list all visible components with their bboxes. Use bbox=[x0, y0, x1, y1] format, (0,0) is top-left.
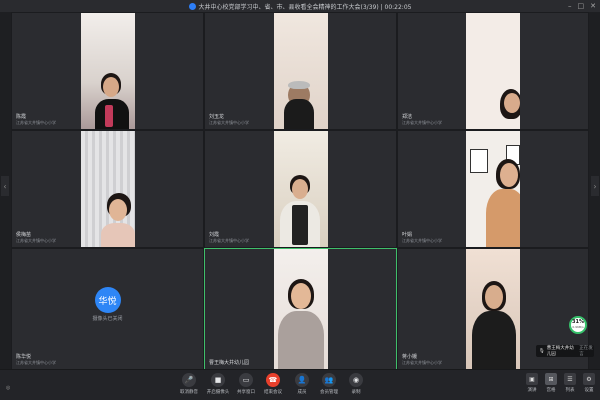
window-titlebar: 大井中心校党部学习中、省、市、县收看全会精神的工作大会(3/39) | 00:2… bbox=[0, 0, 600, 12]
member-manage-label: 会员管理 bbox=[320, 390, 338, 395]
participant-org: 江苏省大井镇中心小学 bbox=[402, 120, 442, 125]
list-view-button[interactable]: ☰ 列表 bbox=[562, 373, 578, 393]
camera-icon: ■ bbox=[211, 373, 225, 387]
speaker-view-button[interactable]: ▣ 演讲 bbox=[524, 373, 540, 393]
share-icon: ▭ bbox=[239, 373, 253, 387]
participant-nameplate: 刘霞 江苏省大井镇中心小学 bbox=[209, 232, 249, 244]
participant-video bbox=[273, 13, 328, 129]
participant-org: 江苏省大井镇中心小学 bbox=[16, 238, 56, 243]
participant-tile[interactable]: 郑洁 江苏省大井镇中心小学 bbox=[397, 12, 589, 130]
list-view-icon: ☰ bbox=[564, 373, 576, 385]
participant-nameplate: 蒋小娥 江苏省大井镇中心小学 bbox=[402, 354, 442, 366]
speaking-indicator: 🎙 曹王梅大井幼儿园 正在发言 bbox=[536, 345, 594, 357]
close-icon[interactable]: ✕ bbox=[590, 2, 596, 10]
participant-name: 曹王梅大井幼儿园 bbox=[209, 360, 250, 366]
participant-org: 江苏省大井镇中心小学 bbox=[402, 238, 442, 243]
network-speed: 0.9KB/s bbox=[572, 325, 584, 329]
grid-view-button[interactable]: ⊞ 宫格 bbox=[543, 373, 559, 393]
member-manage-button[interactable]: 👥 会员管理 bbox=[314, 373, 344, 395]
app-logo-icon bbox=[188, 2, 196, 10]
participant-tile[interactable]: 侯梅苗 江苏省大井镇中心小学 bbox=[11, 130, 204, 248]
members-label: 成员 bbox=[297, 390, 307, 395]
participant-tile[interactable]: 陈霞 江苏省大井镇中心小学 bbox=[11, 12, 204, 130]
record-icon: ◉ bbox=[349, 373, 363, 387]
participant-tile[interactable]: 刘玉龙 江苏省大井镇中心小学 bbox=[204, 12, 397, 130]
share-window-button[interactable]: ▭ 共享窗口 bbox=[231, 373, 261, 395]
participant-tile[interactable]: 叶娟 江苏省大井镇中心小学 bbox=[397, 130, 589, 248]
participant-video bbox=[80, 13, 135, 129]
participant-video bbox=[466, 13, 520, 129]
maximize-icon[interactable]: □ bbox=[578, 2, 585, 10]
participant-nameplate: 曹王梅大井幼儿园 bbox=[209, 360, 249, 366]
speaking-tag: 正在发言 bbox=[579, 346, 593, 357]
settings-button[interactable]: ⚙ 设置 bbox=[581, 373, 597, 393]
speaking-name: 曹王梅大井幼儿园 bbox=[546, 346, 574, 357]
participant-org: 江苏省大井镇中心小学 bbox=[402, 360, 442, 365]
participant-nameplate: 陈华悦 江苏省大井镇中心小学 bbox=[16, 354, 56, 366]
record-label: 录制 bbox=[351, 390, 361, 395]
participant-nameplate: 刘玉龙 江苏省大井镇中心小学 bbox=[209, 114, 249, 126]
camera-button[interactable]: ■ 开启摄像头 bbox=[203, 373, 233, 395]
end-call-icon: ☎ bbox=[266, 373, 280, 387]
end-meeting-button[interactable]: ☎ 结束会议 bbox=[258, 373, 288, 395]
record-button[interactable]: ◉ 录制 bbox=[341, 373, 371, 395]
unmute-label: 取消静音 bbox=[180, 390, 198, 395]
info-icon[interactable]: ◎ bbox=[6, 385, 10, 391]
members-button[interactable]: 👤 成员 bbox=[287, 373, 317, 395]
participant-tile[interactable]: 刘霞 江苏省大井镇中心小学 bbox=[204, 130, 397, 248]
participant-org: 江苏省大井镇中心小学 bbox=[209, 238, 249, 243]
network-quality-indicator[interactable]: 31% 0.9KB/s bbox=[569, 316, 587, 334]
next-page-arrow-icon[interactable]: › bbox=[591, 176, 599, 196]
participant-tile-active-speaker[interactable]: 曹王梅大井幼儿园 bbox=[204, 248, 397, 370]
participant-org: 江苏省大井镇中心小学 bbox=[16, 120, 56, 125]
camera-label: 开启摄像头 bbox=[206, 390, 230, 395]
settings-label: 设置 bbox=[584, 388, 594, 393]
members-icon: 👤 bbox=[295, 373, 309, 387]
manage-icon: 👥 bbox=[322, 373, 336, 387]
window-title: 大井中心校党部学习中、省、市、县收看全会精神的工作大会(3/39) | 00:2… bbox=[198, 3, 412, 11]
participant-nameplate: 陈霞 江苏省大井镇中心小学 bbox=[16, 114, 56, 126]
unmute-button[interactable]: 🎤 取消静音 bbox=[174, 373, 204, 395]
participant-nameplate: 郑洁 江苏省大井镇中心小学 bbox=[402, 114, 442, 126]
participant-video bbox=[80, 131, 135, 247]
participant-org: 江苏省大井镇中心小学 bbox=[16, 360, 56, 365]
share-label: 共享窗口 bbox=[237, 390, 255, 395]
participant-tile[interactable]: 华悦 摄像头已关闭 陈华悦 江苏省大井镇中心小学 bbox=[11, 248, 204, 370]
mic-icon: 🎙 bbox=[539, 348, 545, 354]
participant-video bbox=[466, 131, 520, 247]
list-view-label: 列表 bbox=[565, 388, 575, 393]
prev-page-arrow-icon[interactable]: ‹ bbox=[1, 176, 9, 196]
speaker-view-icon: ▣ bbox=[526, 373, 538, 385]
mic-icon: 🎤 bbox=[182, 373, 196, 387]
camera-off-caption: 摄像头已关闭 bbox=[92, 316, 123, 322]
minimize-icon[interactable]: – bbox=[568, 2, 572, 10]
participant-nameplate: 叶娟 江苏省大井镇中心小学 bbox=[402, 232, 442, 244]
gear-icon: ⚙ bbox=[583, 373, 595, 385]
meeting-toolbar: ◎ 🎤 取消静音 ■ 开启摄像头 ▭ 共享窗口 ☎ 结束会议 👤 成员 👥 会员… bbox=[0, 369, 600, 400]
participant-avatar: 华悦 bbox=[94, 287, 121, 313]
participant-video bbox=[466, 249, 520, 369]
participant-org: 江苏省大井镇中心小学 bbox=[209, 120, 249, 125]
grid-view-icon: ⊞ bbox=[545, 373, 557, 385]
participant-video bbox=[273, 131, 328, 247]
speaker-view-label: 演讲 bbox=[527, 388, 537, 393]
participant-nameplate: 侯梅苗 江苏省大井镇中心小学 bbox=[16, 232, 56, 244]
video-grid: 陈霞 江苏省大井镇中心小学 刘玉龙 江苏省大井镇中心小学 郑洁 江苏省大井镇中心… bbox=[11, 12, 589, 370]
end-meeting-label: 结束会议 bbox=[264, 390, 282, 395]
participant-video bbox=[273, 249, 328, 369]
grid-view-label: 宫格 bbox=[546, 388, 556, 393]
